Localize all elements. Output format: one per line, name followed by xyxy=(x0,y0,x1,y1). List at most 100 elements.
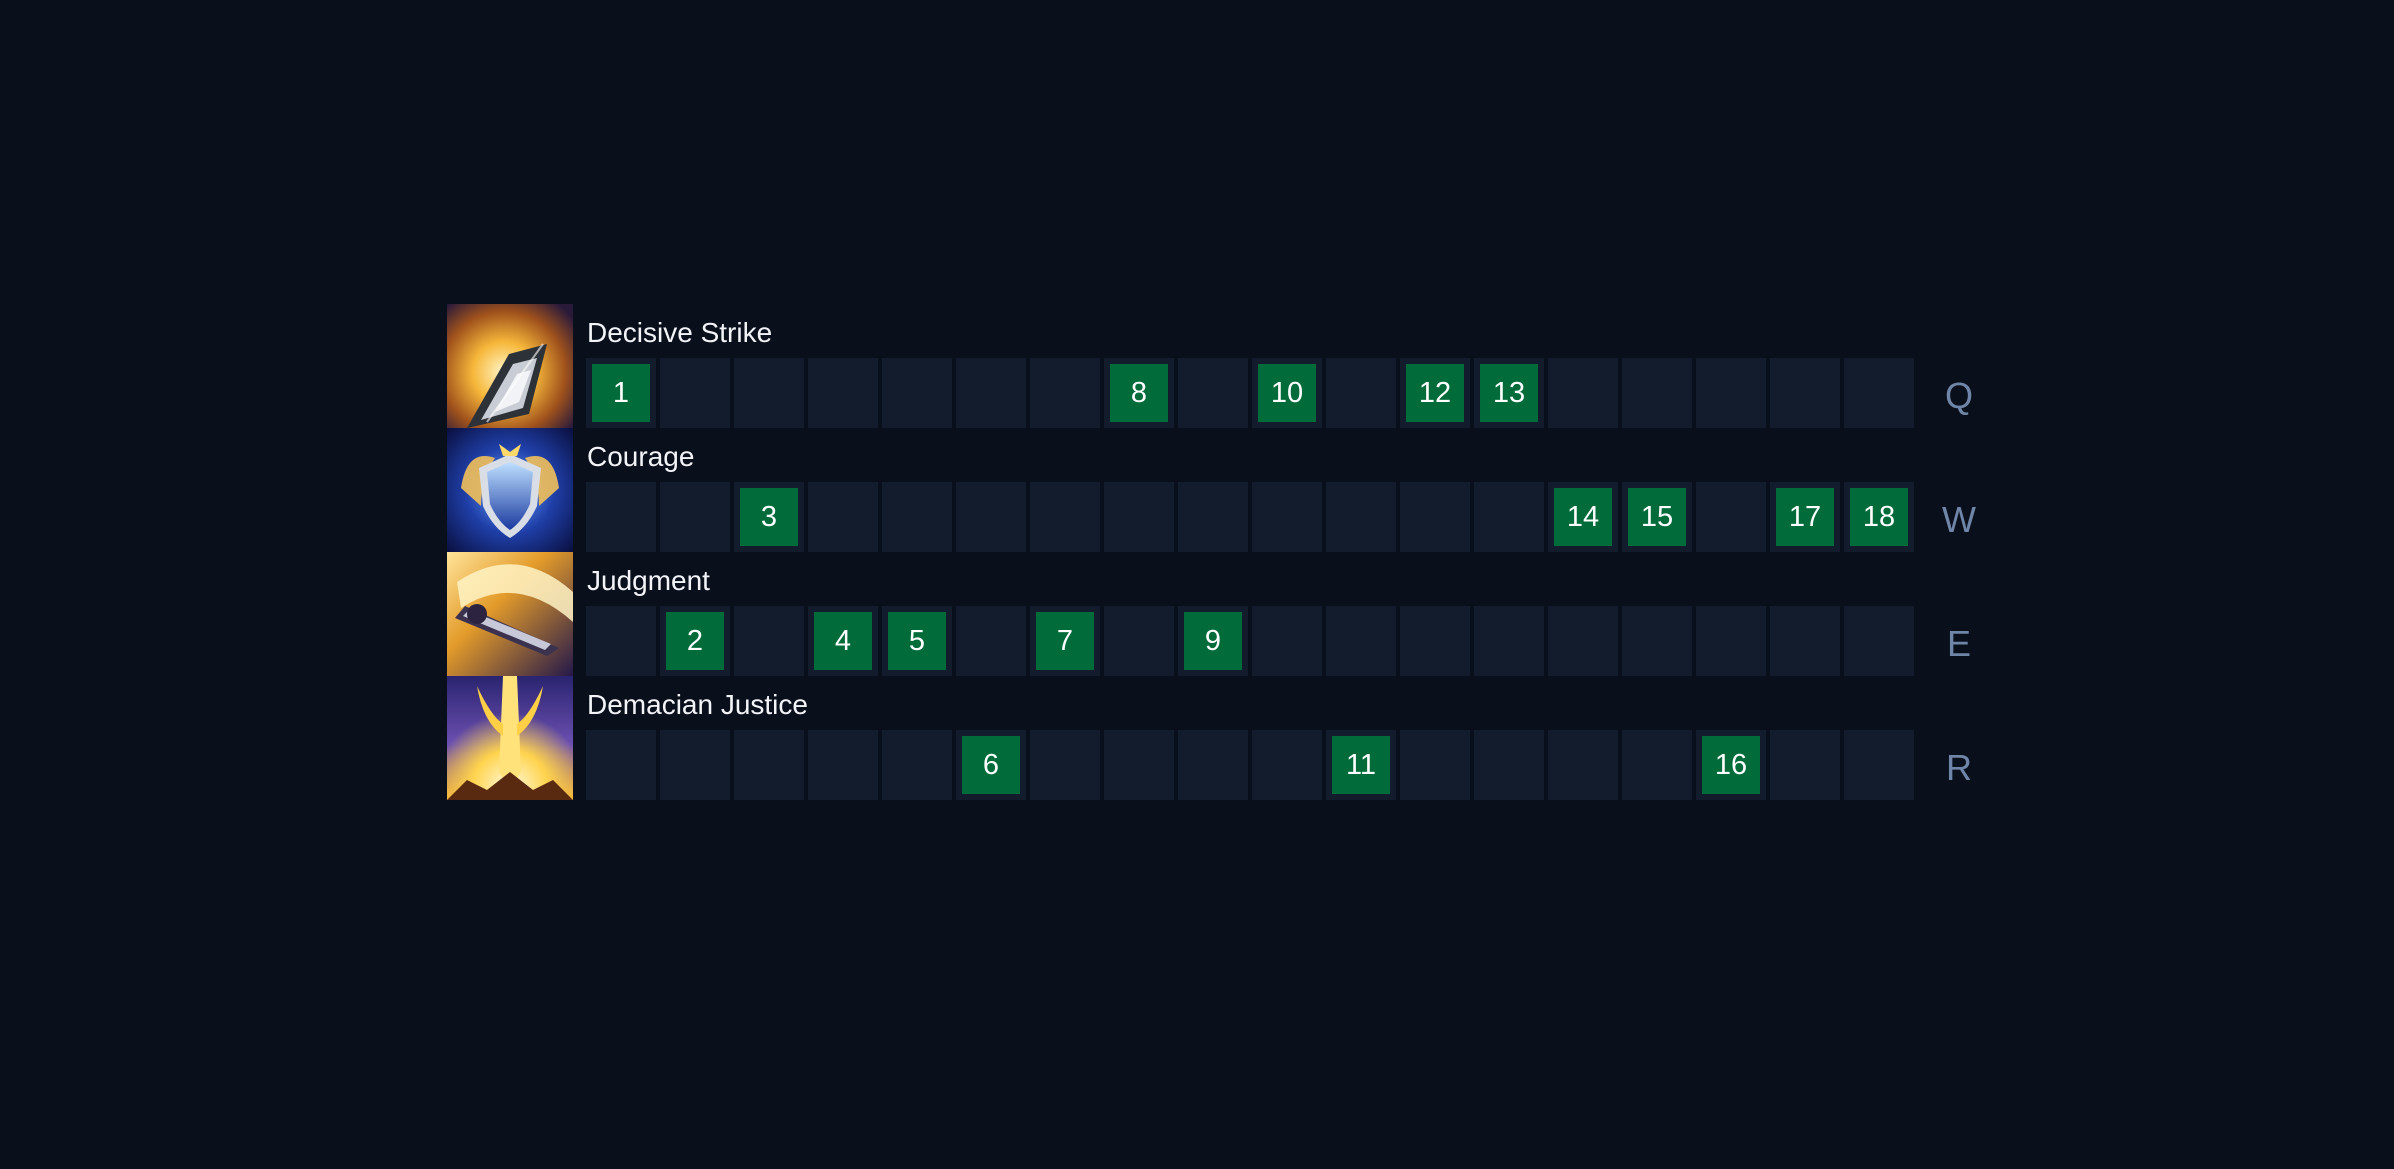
level-cell xyxy=(808,730,878,800)
level-cell xyxy=(1400,606,1470,676)
level-badge: 1 xyxy=(592,364,650,422)
decisive-strike-icon xyxy=(447,304,573,428)
level-cell xyxy=(1696,482,1766,552)
level-badge: 17 xyxy=(1776,488,1834,546)
level-cell: 5 xyxy=(882,606,952,676)
level-cell: 12 xyxy=(1400,358,1470,428)
level-cell xyxy=(1400,730,1470,800)
level-cell xyxy=(1326,358,1396,428)
level-cell xyxy=(1770,730,1840,800)
level-cell: 16 xyxy=(1696,730,1766,800)
level-cell xyxy=(1326,606,1396,676)
level-badge: 10 xyxy=(1258,364,1316,422)
hotkey-label: E xyxy=(1946,623,1971,664)
level-cell xyxy=(1474,730,1544,800)
level-cell xyxy=(1622,358,1692,428)
level-cell xyxy=(808,482,878,552)
skill-row-q: Decisive Strike 1 8 10 12 13 Q xyxy=(447,304,1977,428)
level-cell xyxy=(1770,606,1840,676)
skill-row-w: Courage 3 14 15 17 18 W xyxy=(447,428,1977,552)
level-cell xyxy=(1326,482,1396,552)
level-cell xyxy=(1252,482,1322,552)
level-cell: 6 xyxy=(956,730,1026,800)
level-badge: 3 xyxy=(740,488,798,546)
level-badge: 9 xyxy=(1184,612,1242,670)
courage-icon xyxy=(447,428,573,552)
level-cell xyxy=(1104,482,1174,552)
level-cell: 10 xyxy=(1252,358,1322,428)
hotkey-label: R xyxy=(1946,747,1972,788)
skill-name: Demacian Justice xyxy=(587,689,808,720)
level-cell xyxy=(734,358,804,428)
level-cell: 9 xyxy=(1178,606,1248,676)
skill-name: Decisive Strike xyxy=(587,317,773,348)
level-cell: 4 xyxy=(808,606,878,676)
level-cell xyxy=(1474,606,1544,676)
level-badge: 11 xyxy=(1332,736,1390,794)
level-cell xyxy=(734,606,804,676)
level-cell xyxy=(1548,606,1618,676)
level-badge: 6 xyxy=(962,736,1020,794)
level-cell: 2 xyxy=(660,606,730,676)
hotkey-label: W xyxy=(1942,499,1976,540)
level-cell xyxy=(956,358,1026,428)
level-cell xyxy=(586,482,656,552)
level-cell: 7 xyxy=(1030,606,1100,676)
level-cell: 8 xyxy=(1104,358,1174,428)
level-cell: 14 xyxy=(1548,482,1618,552)
skill-row-r: Demacian Justice 6 11 16 R xyxy=(447,676,1977,800)
level-badge: 4 xyxy=(814,612,872,670)
level-cell: 11 xyxy=(1326,730,1396,800)
level-cell xyxy=(956,606,1026,676)
level-cell xyxy=(956,482,1026,552)
level-cell xyxy=(734,730,804,800)
level-badge: 2 xyxy=(666,612,724,670)
level-cell: 3 xyxy=(734,482,804,552)
level-track: 1 8 10 12 13 xyxy=(586,358,1914,428)
level-badge: 13 xyxy=(1480,364,1538,422)
level-cell xyxy=(1844,606,1914,676)
level-cell xyxy=(1104,606,1174,676)
level-cell: 18 xyxy=(1844,482,1914,552)
level-cell xyxy=(660,358,730,428)
level-cell xyxy=(1770,358,1840,428)
level-badge: 8 xyxy=(1110,364,1168,422)
level-badge: 12 xyxy=(1406,364,1464,422)
level-badge: 5 xyxy=(888,612,946,670)
level-cell xyxy=(660,482,730,552)
level-cell: 15 xyxy=(1622,482,1692,552)
level-cell xyxy=(1622,730,1692,800)
level-cell xyxy=(660,730,730,800)
level-cell xyxy=(882,482,952,552)
level-cell xyxy=(808,358,878,428)
level-badge: 18 xyxy=(1850,488,1908,546)
level-badge: 14 xyxy=(1554,488,1612,546)
skill-name: Judgment xyxy=(587,565,710,596)
level-cell xyxy=(1104,730,1174,800)
level-cell xyxy=(882,358,952,428)
level-cell xyxy=(1474,482,1544,552)
level-cell xyxy=(1622,606,1692,676)
level-cell: 13 xyxy=(1474,358,1544,428)
level-cell xyxy=(1696,358,1766,428)
level-cell xyxy=(1030,482,1100,552)
level-cell xyxy=(1400,482,1470,552)
level-cell xyxy=(1844,358,1914,428)
level-cell xyxy=(1252,606,1322,676)
level-cell xyxy=(1548,730,1618,800)
level-track: 6 11 16 xyxy=(586,730,1914,800)
judgment-icon xyxy=(447,552,573,676)
level-cell xyxy=(586,730,656,800)
level-cell: 17 xyxy=(1770,482,1840,552)
demacian-justice-icon xyxy=(447,676,573,800)
skill-name: Courage xyxy=(587,441,695,472)
level-cell xyxy=(1252,730,1322,800)
level-cell xyxy=(1844,730,1914,800)
level-badge: 7 xyxy=(1036,612,1094,670)
hotkey-label: Q xyxy=(1944,375,1973,416)
skill-row-e: Judgment 2 45 7 9 E xyxy=(447,552,1977,676)
level-cell xyxy=(882,730,952,800)
level-cell xyxy=(1548,358,1618,428)
level-cell xyxy=(1030,730,1100,800)
level-cell: 1 xyxy=(586,358,656,428)
